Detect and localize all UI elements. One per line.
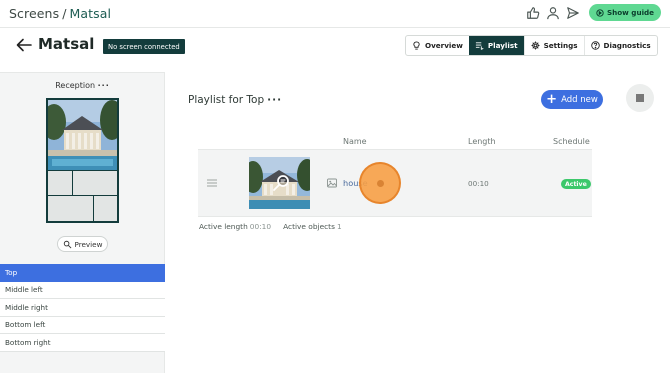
column-header-name: Name (343, 137, 367, 146)
layout-sidebar: Reception ··· Preview Top Middle left Mi… (0, 72, 165, 373)
top-bar: Screens / Matsal Show guide (0, 0, 670, 28)
layout-header: Reception ··· (0, 81, 165, 90)
playlist-title: Playlist for Top ··· (188, 94, 282, 106)
add-new-label: Add new (561, 94, 598, 105)
column-header-schedule: Schedule (553, 137, 590, 146)
zone-middle-right-preview[interactable] (73, 171, 117, 195)
preview-eye-icon (63, 240, 71, 248)
add-new-button[interactable]: + Add new (541, 90, 603, 109)
tab-playlist[interactable]: Playlist (468, 36, 524, 55)
click-indicator (359, 162, 401, 204)
zone-item-bottom-right[interactable]: Bottom right (0, 334, 165, 352)
playlist-stats: Active length 00:10 Active objects 1 (199, 222, 342, 231)
plus-icon: + (546, 91, 558, 107)
breadcrumb-screens[interactable]: Screens (9, 6, 59, 21)
show-guide-button[interactable]: Show guide (589, 4, 661, 21)
zone-bottom-left-preview[interactable] (48, 196, 93, 221)
list-icon (636, 94, 644, 102)
user-icon[interactable] (546, 6, 560, 20)
back-arrow-icon[interactable] (16, 38, 32, 52)
gear-icon (531, 41, 540, 50)
zone-item-middle-left[interactable]: Middle left (0, 281, 165, 299)
zone-top-preview-image[interactable] (48, 100, 117, 170)
lightbulb-icon (413, 41, 420, 50)
tab-diagnostics-label: Diagnostics (603, 41, 651, 50)
preview-button[interactable]: Preview (57, 236, 108, 252)
breadcrumb-current: Matsal (69, 6, 112, 21)
item-thumbnail[interactable] (249, 157, 310, 209)
drag-handle-icon[interactable] (206, 177, 218, 189)
tab-playlist-label: Playlist (487, 41, 518, 50)
image-icon (327, 178, 337, 188)
zone-list: Top Middle left Middle right Bottom left… (0, 264, 165, 352)
breadcrumb-separator: / (62, 6, 67, 21)
layout-menu-button[interactable]: ··· (98, 81, 110, 90)
zone-item-bottom-left[interactable]: Bottom left (0, 316, 165, 334)
zone-bottom-right-preview[interactable] (94, 196, 117, 221)
zone-item-top[interactable]: Top (0, 264, 165, 282)
zone-middle-left-preview[interactable] (48, 171, 72, 195)
breadcrumb: Screens / Matsal (9, 6, 111, 21)
guide-icon (596, 8, 604, 17)
help-circle-icon (590, 41, 600, 50)
list-view-button[interactable] (626, 84, 654, 112)
layout-preview (46, 98, 119, 223)
show-guide-label: Show guide (606, 8, 655, 17)
send-icon[interactable] (566, 6, 580, 20)
active-length-label: Active length (199, 222, 248, 231)
status-badge: No screen connected (103, 39, 185, 54)
tab-settings[interactable]: Settings (523, 36, 584, 55)
status-badge-active[interactable]: Active (561, 179, 591, 189)
playlist-menu-button[interactable]: ··· (267, 94, 282, 106)
tab-settings-label: Settings (543, 41, 578, 50)
zoom-icon[interactable] (271, 173, 291, 193)
preview-label: Preview (74, 239, 103, 249)
playlist-title-text: Playlist for Top (188, 94, 265, 106)
tab-overview[interactable]: Overview (406, 36, 469, 55)
item-length: 00:10 (468, 179, 489, 188)
layout-name: Reception (55, 81, 96, 90)
thumbs-up-icon[interactable] (526, 6, 540, 20)
column-header-length: Length (468, 137, 496, 146)
active-length-value: 00:10 (249, 222, 272, 231)
zone-item-middle-right[interactable]: Middle right (0, 299, 165, 317)
active-objects-value: 1 (336, 222, 342, 231)
tab-overview-label: Overview (425, 41, 463, 50)
tab-bar: Overview Playlist Settings Diagnostics (405, 35, 658, 56)
tab-diagnostics[interactable]: Diagnostics (583, 36, 657, 55)
page-title: Matsal (38, 35, 95, 53)
playlist-icon (475, 42, 484, 50)
active-objects-label: Active objects (283, 222, 335, 231)
